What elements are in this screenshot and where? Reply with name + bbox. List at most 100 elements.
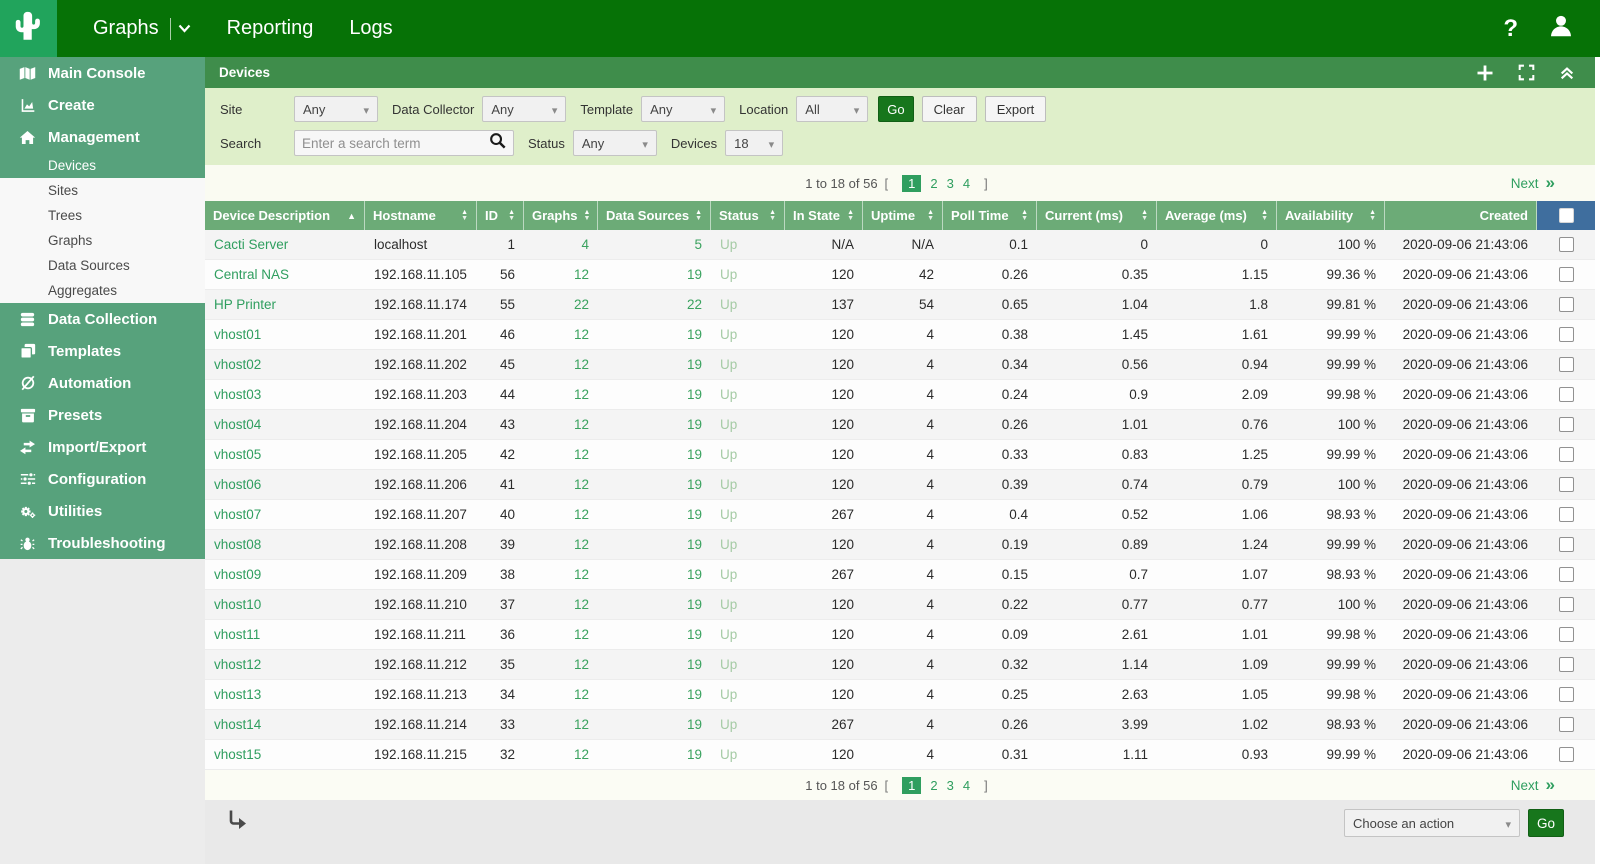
device-link[interactable]: vhost06 [205,477,365,492]
sidebar-item-data-collection[interactable]: Data Collection [0,303,205,335]
column-header-status[interactable]: Status▲▼ [711,201,785,230]
row-checkbox[interactable] [1559,267,1574,282]
page-current[interactable]: 1 [902,777,921,794]
row-checkbox[interactable] [1559,477,1574,492]
device-link[interactable]: vhost13 [205,687,365,702]
sidebar-item-devices[interactable]: Devices [0,153,205,178]
device-link[interactable]: vhost03 [205,387,365,402]
site-select[interactable]: Any [294,96,378,122]
device-link[interactable]: vhost02 [205,357,365,372]
sidebar-item-utilities[interactable]: Utilities [0,495,205,527]
next-page-link[interactable]: Next » [1511,778,1555,793]
help-icon[interactable]: ? [1503,15,1518,43]
sidebar-item-aggregates[interactable]: Aggregates [0,278,205,303]
go-button[interactable]: Go [878,96,913,122]
column-header-current-ms[interactable]: Current (ms)▲▼ [1037,201,1157,230]
page-link[interactable]: 2 [930,176,937,191]
template-select[interactable]: Any [641,96,725,122]
column-header-hostname[interactable]: Hostname▲▼ [365,201,477,230]
device-link[interactable]: vhost10 [205,597,365,612]
data-collector-select[interactable]: Any [482,96,566,122]
sidebar-item-configuration[interactable]: Configuration [0,463,205,495]
column-header-graphs[interactable]: Graphs▲▼ [524,201,598,230]
row-checkbox[interactable] [1559,507,1574,522]
row-checkbox[interactable] [1559,657,1574,672]
column-header-in-state[interactable]: In State▲▼ [785,201,863,230]
device-link[interactable]: vhost01 [205,327,365,342]
column-header-availability[interactable]: Availability▲▼ [1277,201,1385,230]
devices-count-select[interactable]: 18 [725,130,783,156]
user-icon[interactable] [1548,13,1574,44]
sidebar-item-import-export[interactable]: Import/Export [0,431,205,463]
search-icon[interactable] [489,132,506,154]
device-link[interactable]: Cacti Server [205,237,365,252]
action-go-button[interactable]: Go [1528,809,1564,837]
column-header-poll-time[interactable]: Poll Time▲▼ [943,201,1037,230]
sidebar-item-troubleshooting[interactable]: Troubleshooting [0,527,205,559]
sidebar-item-templates[interactable]: Templates [0,335,205,367]
page-link[interactable]: 3 [947,176,954,191]
device-link[interactable]: vhost12 [205,657,365,672]
add-device-icon[interactable] [1476,64,1494,82]
cacti-logo[interactable] [0,0,57,57]
sidebar-item-presets[interactable]: Presets [0,399,205,431]
sidebar-item-automation[interactable]: Automation [0,367,205,399]
location-select[interactable]: All [796,96,868,122]
device-link[interactable]: vhost04 [205,417,365,432]
collapse-panel-icon[interactable] [1559,65,1575,81]
device-link[interactable]: vhost11 [205,627,365,642]
device-link[interactable]: vhost15 [205,747,365,762]
row-checkbox[interactable] [1559,597,1574,612]
nav-menu-logs[interactable]: Logs [349,17,392,40]
page-current[interactable]: 1 [902,175,921,192]
row-checkbox[interactable] [1559,627,1574,642]
row-checkbox[interactable] [1559,447,1574,462]
row-checkbox[interactable] [1559,417,1574,432]
column-header-data-sources[interactable]: Data Sources▲▼ [598,201,711,230]
row-checkbox[interactable] [1559,717,1574,732]
next-page-link[interactable]: Next » [1511,176,1555,191]
action-select[interactable]: Choose an action [1344,809,1520,837]
device-link[interactable]: vhost08 [205,537,365,552]
fullscreen-icon[interactable] [1518,64,1535,81]
row-checkbox[interactable] [1559,537,1574,552]
status-select[interactable]: Any [573,130,657,156]
row-checkbox[interactable] [1559,687,1574,702]
page-link[interactable]: 3 [947,778,954,793]
sidebar-item-create[interactable]: Create [0,89,205,121]
row-checkbox[interactable] [1559,297,1574,312]
search-input[interactable] [302,136,489,151]
nav-menu-graphs[interactable]: Graphs [93,17,191,40]
row-checkbox[interactable] [1559,387,1574,402]
chevron-down-icon[interactable] [178,24,191,33]
column-header-average-ms[interactable]: Average (ms)▲▼ [1157,201,1277,230]
row-checkbox[interactable] [1559,237,1574,252]
sidebar-item-data-sources[interactable]: Data Sources [0,253,205,278]
row-checkbox[interactable] [1559,327,1574,342]
device-link[interactable]: vhost07 [205,507,365,522]
sidebar-item-main-console[interactable]: Main Console [0,57,205,89]
chart-area-icon [18,98,37,113]
export-button[interactable]: Export [985,96,1047,122]
select-all-checkbox[interactable] [1559,208,1574,223]
clear-button[interactable]: Clear [922,96,977,122]
device-link[interactable]: vhost09 [205,567,365,582]
page-link[interactable]: 4 [963,778,970,793]
sidebar-item-sites[interactable]: Sites [0,178,205,203]
sidebar-item-graphs[interactable]: Graphs [0,228,205,253]
row-checkbox[interactable] [1559,747,1574,762]
page-link[interactable]: 4 [963,176,970,191]
row-checkbox[interactable] [1559,357,1574,372]
column-header-id[interactable]: ID▲▼ [477,201,524,230]
device-link[interactable]: HP Printer [205,297,365,312]
column-header-uptime[interactable]: Uptime▲▼ [863,201,943,230]
sidebar-item-trees[interactable]: Trees [0,203,205,228]
device-link[interactable]: Central NAS [205,267,365,282]
column-header-device-description[interactable]: Device Description▲ [205,201,365,230]
nav-menu-reporting[interactable]: Reporting [227,17,314,40]
sidebar-item-management[interactable]: Management [0,121,205,153]
page-link[interactable]: 2 [930,778,937,793]
device-link[interactable]: vhost14 [205,717,365,732]
row-checkbox[interactable] [1559,567,1574,582]
device-link[interactable]: vhost05 [205,447,365,462]
